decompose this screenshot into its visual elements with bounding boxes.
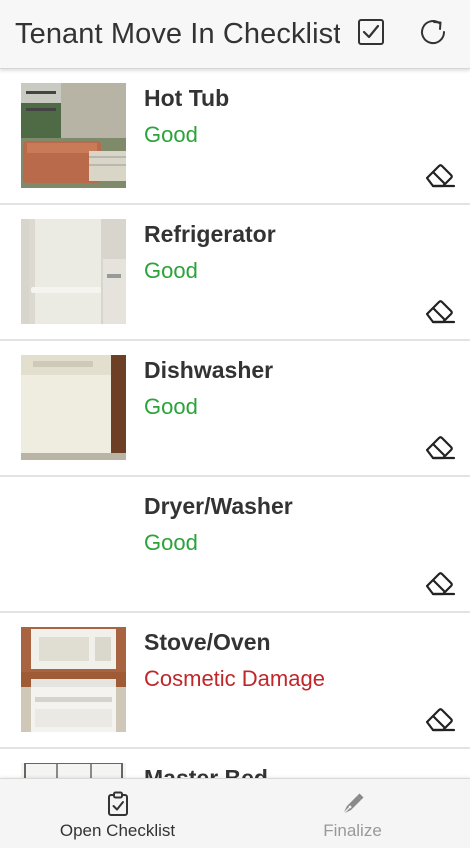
eraser-icon[interactable]: [424, 705, 456, 733]
tab-label: Open Checklist: [59, 821, 176, 840]
item-name: Hot Tub: [144, 85, 230, 111]
refrigerator-photo: [21, 219, 126, 324]
eraser-icon[interactable]: [424, 161, 456, 189]
refresh-icon[interactable]: [416, 15, 450, 49]
item-name: Dishwasher: [144, 357, 274, 383]
item-name: Refrigerator: [144, 221, 276, 247]
checkbox-check-icon[interactable]: [354, 15, 388, 49]
finalize-button[interactable]: Finalize: [235, 779, 470, 848]
app-screen: Tenant Move In Checklist Hot Tub Good Re…: [0, 0, 470, 848]
checklist-list: Hot Tub Good Refrigerator Good Dishwashe…: [0, 69, 470, 779]
hot-tub-photo: [21, 83, 126, 188]
app-header: Tenant Move In Checklist: [0, 0, 470, 69]
item-name: Master Bed: [144, 765, 268, 779]
open-checklist-button[interactable]: Open Checklist: [0, 779, 235, 848]
item-condition: Cosmetic Damage: [144, 666, 325, 691]
eraser-icon[interactable]: [424, 569, 456, 597]
checklist-item-dishwasher[interactable]: Dishwasher Good: [0, 341, 470, 477]
checklist-item-dryer-washer[interactable]: Dryer/Washer Good: [0, 477, 470, 613]
page-title: Tenant Move In Checklist: [15, 18, 340, 50]
checklist-item-master-bed[interactable]: Master Bed: [0, 749, 470, 779]
item-condition: Good: [144, 122, 198, 147]
item-name: Stove/Oven: [144, 629, 271, 655]
checklist-item-hot-tub[interactable]: Hot Tub Good: [0, 69, 470, 205]
stove-oven-photo: [21, 627, 126, 732]
clipboard-check-icon: [105, 791, 131, 817]
master-bed-photo: [21, 763, 126, 779]
checklist-item-stove-oven[interactable]: Stove/Oven Cosmetic Damage: [0, 613, 470, 749]
eraser-icon[interactable]: [424, 297, 456, 325]
dishwasher-photo: [21, 355, 126, 460]
checklist-item-refrigerator[interactable]: Refrigerator Good: [0, 205, 470, 341]
tab-label: Finalize: [323, 821, 382, 840]
item-condition: Good: [144, 394, 198, 419]
pen-nib-icon: [340, 791, 366, 817]
item-condition: Good: [144, 530, 198, 555]
eraser-icon[interactable]: [424, 433, 456, 461]
item-condition: Good: [144, 258, 198, 283]
item-name: Dryer/Washer: [144, 493, 293, 519]
bottom-tab-bar: Open Checklist Finalize: [0, 778, 470, 848]
